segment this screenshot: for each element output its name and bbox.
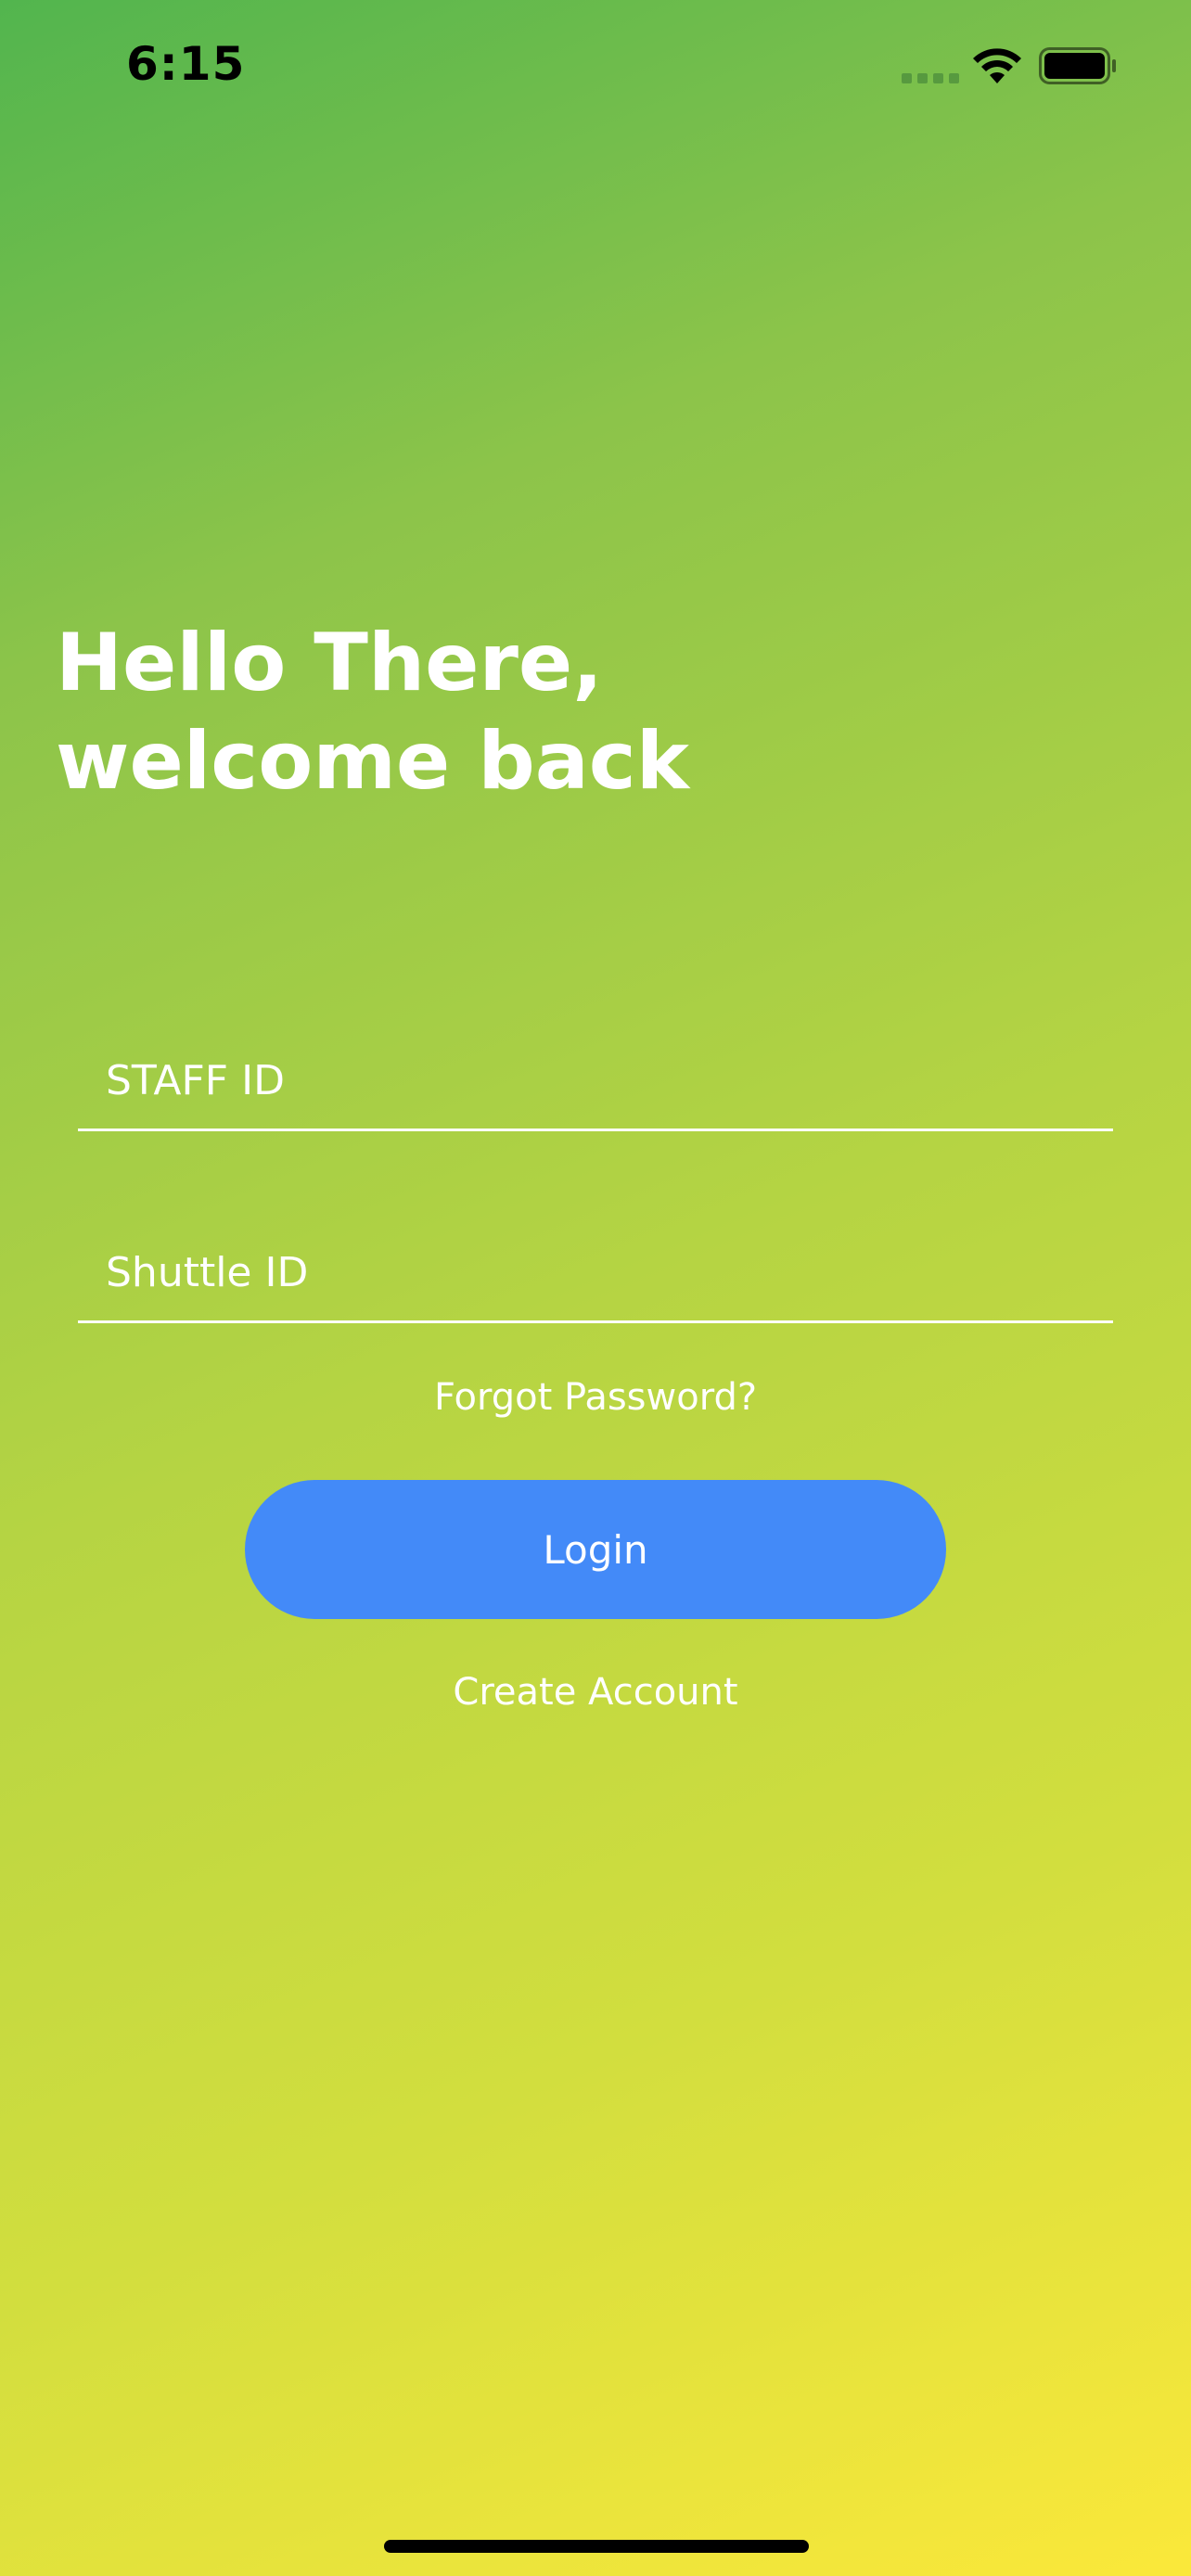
- home-indicator[interactable]: [384, 2540, 809, 2553]
- shuttle-id-field[interactable]: [78, 1203, 1113, 1323]
- greeting-line-2: welcome back: [56, 715, 689, 808]
- signal-dots-icon: [902, 73, 959, 83]
- greeting-line-1: Hello There,: [56, 617, 603, 709]
- greeting-heading: Hello There, welcome back: [56, 614, 1076, 810]
- battery-icon: [1039, 47, 1116, 84]
- status-time: 6:15: [126, 37, 246, 91]
- login-button[interactable]: Login: [245, 1480, 946, 1619]
- shuttle-id-input[interactable]: [106, 1240, 1089, 1305]
- create-account-link[interactable]: Create Account: [0, 1671, 1191, 1714]
- forgot-password-link[interactable]: Forgot Password?: [0, 1376, 1191, 1419]
- staff-id-field[interactable]: [78, 1011, 1113, 1131]
- staff-id-input[interactable]: [106, 1048, 1089, 1113]
- wifi-icon: [973, 48, 1021, 83]
